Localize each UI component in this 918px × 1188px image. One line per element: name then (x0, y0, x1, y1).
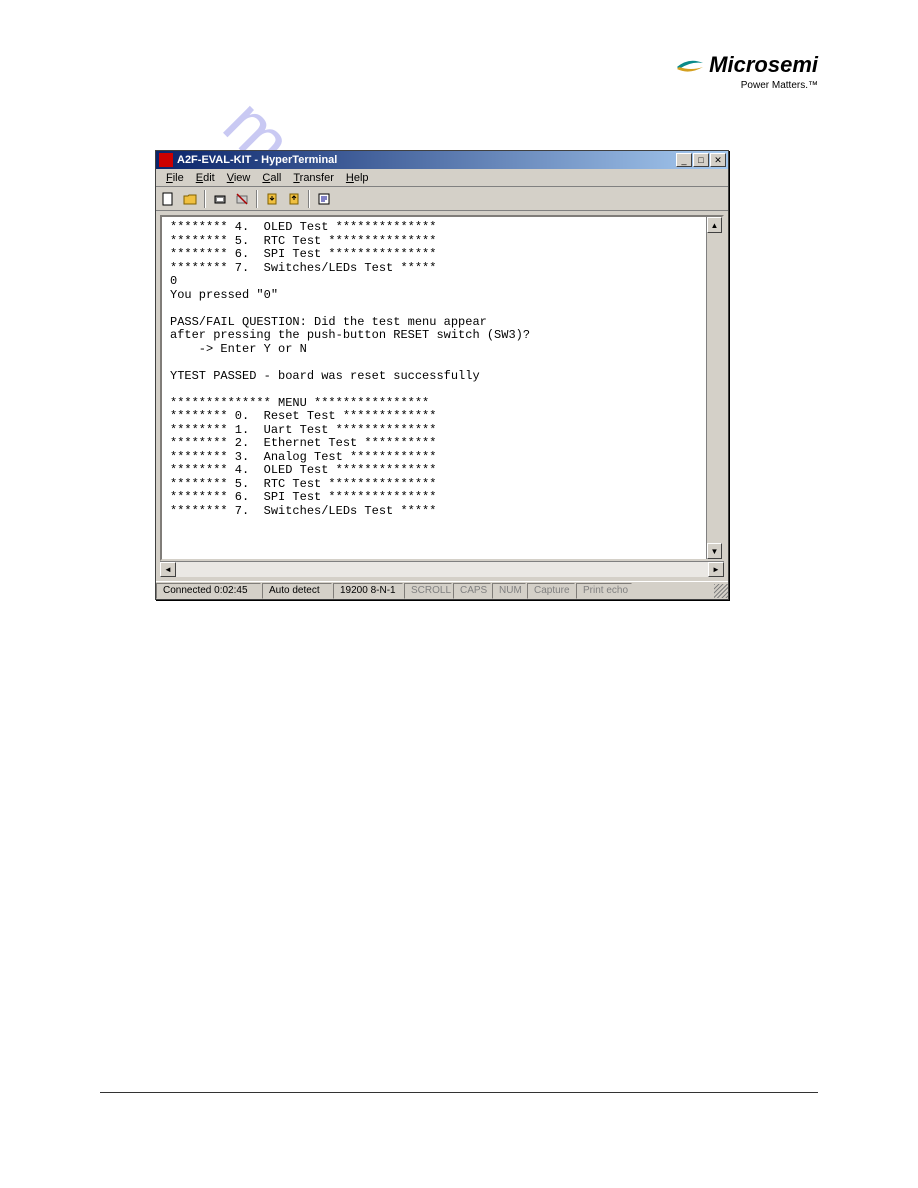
menu-call[interactable]: Call (256, 171, 287, 185)
close-button[interactable]: ✕ (710, 153, 726, 167)
minimize-button[interactable]: _ (676, 153, 692, 167)
status-printecho: Print echo (576, 583, 632, 599)
status-autodetect: Auto detect (262, 583, 332, 599)
status-capture: Capture (527, 583, 575, 599)
menu-transfer[interactable]: Transfer (287, 171, 340, 185)
horizontal-scrollbar[interactable]: ◄ ► (160, 561, 724, 577)
app-icon (159, 153, 173, 167)
window-title: A2F-EVAL-KIT - HyperTerminal (177, 154, 337, 166)
logo-swirl-icon (675, 53, 705, 77)
toolbar-properties-icon[interactable] (314, 189, 334, 209)
toolbar-disconnect-icon[interactable] (232, 189, 252, 209)
menu-help[interactable]: Help (340, 171, 375, 185)
brand-logo: Microsemi Power Matters.™ (675, 52, 818, 91)
maximize-button[interactable]: □ (693, 153, 709, 167)
brand-tagline: Power Matters.™ (741, 80, 818, 91)
toolbar-connect-icon[interactable] (210, 189, 230, 209)
toolbar-send-icon[interactable] (262, 189, 282, 209)
footer-divider (100, 1092, 818, 1093)
menu-file[interactable]: File (160, 171, 190, 185)
scroll-up-icon[interactable]: ▲ (707, 217, 722, 233)
resize-grip-icon[interactable] (714, 584, 728, 598)
titlebar[interactable]: A2F-EVAL-KIT - HyperTerminal _ □ ✕ (156, 151, 728, 169)
toolbar-new-icon[interactable] (158, 189, 178, 209)
statusbar: Connected 0:02:45 Auto detect 19200 8-N-… (156, 581, 728, 599)
scroll-down-icon[interactable]: ▼ (707, 543, 722, 559)
menu-view[interactable]: View (221, 171, 257, 185)
vertical-scrollbar[interactable]: ▲ ▼ (706, 217, 722, 559)
scroll-right-icon[interactable]: ► (708, 562, 724, 577)
status-connected: Connected 0:02:45 (156, 583, 261, 599)
menu-edit[interactable]: Edit (190, 171, 221, 185)
menubar: File Edit View Call Transfer Help (156, 169, 728, 187)
status-settings: 19200 8-N-1 (333, 583, 403, 599)
brand-name: Microsemi (709, 52, 818, 78)
hyperterminal-window: A2F-EVAL-KIT - HyperTerminal _ □ ✕ File … (155, 150, 729, 600)
toolbar-open-icon[interactable] (180, 189, 200, 209)
scroll-left-icon[interactable]: ◄ (160, 562, 176, 577)
status-num: NUM (492, 583, 526, 599)
toolbar-receive-icon[interactable] (284, 189, 304, 209)
terminal-output[interactable]: ******** 4. OLED Test ************** ***… (162, 217, 706, 559)
toolbar (156, 187, 728, 211)
status-scroll: SCROLL (404, 583, 452, 599)
status-caps: CAPS (453, 583, 491, 599)
